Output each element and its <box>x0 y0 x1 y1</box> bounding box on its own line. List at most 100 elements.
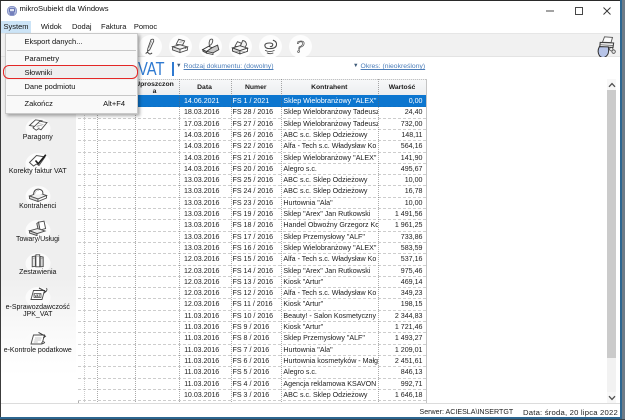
cell-wartosc: 992,71 <box>378 379 423 389</box>
table-row[interactable]: 11.03.2016FS 8 / 2016Sklep Przemysłowy "… <box>78 333 427 344</box>
table-row[interactable]: 13.03.2016FS 18 / 2016Handel Obwoźny Grz… <box>78 220 427 231</box>
sidebar-item-label-line: JPK_VAT <box>0 311 76 319</box>
toolbar-print-button[interactable] <box>596 36 617 57</box>
menubar-item-dodaj[interactable]: Dodaj <box>68 21 97 33</box>
table-row[interactable]: 13.03.2016FS 19 / 2016Sklep "Arex" Jan R… <box>78 209 427 220</box>
table-row[interactable]: 11.03.2016FS 5 / 2016Alegro s.c.846,13 <box>78 367 427 378</box>
table-row[interactable]: 12.03.2016FS 12 / 2016Alfa - Tech s.c. W… <box>78 288 427 299</box>
table-row[interactable]: 12.03.2016FS 13 / 2016Kiosk "Artur"469,1… <box>78 277 427 288</box>
table-row[interactable]: 11.03.2016FS 7 / 2016Hurtownia "Ala"1 20… <box>78 345 427 356</box>
table-row[interactable]: 17.03.2016FS 27 / 2016Sklep Wielobranżow… <box>78 119 427 130</box>
cell-data: 11.03.2016 <box>179 311 226 321</box>
cell-data: 12.03.2016 <box>179 254 226 264</box>
chevron-down-icon <box>608 395 616 401</box>
table-row[interactable]: 11.03.2016FS 10 / 2016Beauty! - Salon Ko… <box>78 311 427 322</box>
cell-numer: FS 1 / 2021 <box>231 96 282 106</box>
toolbar-button-5[interactable] <box>259 35 282 58</box>
sidebar-item-e-sprawozdawczosc-jpk-vat[interactable]: VAT e-SprawozdawczośćJPK_VAT <box>0 285 76 320</box>
table-row[interactable]: 13.03.2016FS 25 / 2016ABC s.c. Sklep Odz… <box>78 175 427 186</box>
table-row[interactable]: 14.03.2016FS 22 / 2016Alfa - Tech s.c. W… <box>78 141 427 152</box>
cell-data: 13.03.2016 <box>179 175 226 185</box>
table-row[interactable]: 12.03.2016FS 15 / 2016Alfa - Tech s.c. W… <box>78 254 427 265</box>
cell-numer: FS 8 / 2016 <box>231 333 282 343</box>
scroll-up-button[interactable] <box>607 79 616 90</box>
table-row[interactable]: 14.03.2016FS 26 / 2016ABC s.c. Sklep Odz… <box>78 130 427 141</box>
sidebar-item-label: e-Kontrole podatkowe <box>0 347 76 355</box>
cell-numer: FS 11 / 2016 <box>231 299 282 309</box>
cell-kontrahent: ABC s.c. Sklep Odzieżowy <box>281 186 378 196</box>
table-row[interactable]: 12.03.2016FS 14 / 2016Sklep "Arex" Jan R… <box>78 266 427 277</box>
table-row[interactable]: 13.03.2016FS 16 / 2016Sklep Wielobranżow… <box>78 243 427 254</box>
cell-data: 14.03.2016 <box>179 153 226 163</box>
close-button[interactable] <box>593 0 621 21</box>
scrollbar-thumb[interactable] <box>607 90 616 358</box>
menubar-item-faktura[interactable]: Faktura <box>98 21 130 33</box>
table-row[interactable]: 14.03.2016FS 21 / 2016Sklep Wielobranżow… <box>78 153 427 164</box>
cell-data: 13.03.2016 <box>179 186 226 196</box>
table-row[interactable]: 11.03.2016FS 9 / 2016Kiosk "Artur"1 721,… <box>78 322 427 333</box>
sidebar-item-e-kontrole-podatkowe[interactable]: e-Kontrole podatkowe <box>0 328 76 355</box>
table-row[interactable]: 11.03.2016FS 4 / 2016Agencja reklamowa K… <box>78 379 427 390</box>
column-header-text: Uproszczona <box>134 81 176 95</box>
econtrol-doc-icon <box>0 331 76 347</box>
svg-text:VAT: VAT <box>34 294 40 298</box>
sidebar-item-kontrahenci[interactable]: Kontrahenci <box>0 184 76 211</box>
menu-item-zakończ[interactable]: ZakończAlt+F4 <box>6 97 138 111</box>
toolbar-button-1[interactable] <box>139 35 162 58</box>
cell-kontrahent: Hurtownia "Ala" <box>281 345 378 355</box>
menu-item-słowniki[interactable]: Słowniki <box>6 66 138 80</box>
cell-numer: FS 9 / 2016 <box>231 322 282 332</box>
menubar-item-pomoc[interactable]: Pomoc <box>131 21 160 33</box>
table-row[interactable]: 10.03.2016FS 3 / 2016ABC s.c. Sklep Odzi… <box>78 390 427 401</box>
title-bar: mikroSubiekt dla Windows <box>0 0 622 21</box>
column-header-Uproszczona[interactable]: Uproszczona <box>135 80 179 96</box>
toolbar-button-4[interactable] <box>229 35 252 58</box>
toolbar-button-3[interactable] <box>199 35 222 58</box>
receipts-icon <box>0 118 76 133</box>
sidebar-item-label-line: e-Kontrole podatkowe <box>0 347 76 355</box>
sidebar-item-korekty-faktur-vat[interactable]: Korekty faktur VAT <box>0 150 76 176</box>
cell-numer: FS 7 / 2016 <box>231 345 282 355</box>
toolbar-button-2[interactable] <box>169 35 192 58</box>
column-header-Kontrahent[interactable]: Kontrahent <box>281 80 378 96</box>
minimize-button[interactable] <box>536 0 564 21</box>
menubar-item-widok[interactable]: Widok <box>37 21 66 33</box>
table-row[interactable]: 12.03.2016FS 11 / 2016Kiosk "Artur"198,1… <box>78 299 427 310</box>
filter-period[interactable]: ▼Okres: (nieokreślony) <box>353 63 425 70</box>
menubar-item-system[interactable]: System <box>1 21 31 33</box>
menu-item-label: Zakończ <box>25 99 53 108</box>
cell-kontrahent: Sklep Wielobranżowy Tadeusz <box>281 107 378 117</box>
menu-item-label: Słowniki <box>25 68 53 77</box>
maximize-button[interactable] <box>565 0 593 21</box>
menu-item-dane-podmiotu[interactable]: Dane podmiotu <box>6 80 138 94</box>
status-date: Data: środa, 20 lipca 2022 <box>523 408 618 417</box>
sidebar-item-zestawienia[interactable]: Zestawienia <box>0 250 76 277</box>
cell-wartosc: 469,14 <box>378 277 423 287</box>
scroll-down-button[interactable] <box>607 392 616 403</box>
column-header-Data[interactable]: Data <box>179 80 231 96</box>
cell-numer: FS 13 / 2016 <box>231 277 282 287</box>
table-row[interactable]: 13.03.2016FS 24 / 2016ABC s.c. Sklep Odz… <box>78 186 427 197</box>
filter-document-type[interactable]: ▼Rodzaj dokumentu: (dowolny) <box>176 63 273 70</box>
menu-item-eksport-danych-[interactable]: Eksport danych... <box>6 35 138 49</box>
app-window: mikroSubiekt dla Windows System WidokDoda… <box>0 0 622 419</box>
column-header-text: Numer <box>245 84 267 91</box>
menu-item-parametry[interactable]: Parametry <box>6 52 138 66</box>
cell-wartosc: 10,00 <box>378 175 423 185</box>
table-row[interactable]: 11.03.2016FS 6 / 2016Hurtownia kosmetykó… <box>78 356 427 367</box>
sidebar-item-paragony[interactable]: Paragony <box>0 116 76 142</box>
cell-wartosc: 1 209,01 <box>378 345 423 355</box>
column-header-Wartość[interactable]: Wartość <box>378 80 427 96</box>
toolbar-button-6[interactable]: ? <box>289 35 312 58</box>
title-divider <box>172 62 174 76</box>
cell-numer: FS 21 / 2016 <box>231 153 282 163</box>
printer-icon <box>170 37 190 56</box>
column-header-Numer[interactable]: Numer <box>231 80 282 96</box>
sidebar-item-towary-uslugi[interactable]: Towary/Usługi <box>0 217 76 244</box>
cell-numer: FS 22 / 2016 <box>231 141 282 151</box>
sidebar-item-label: e-SprawozdawczośćJPK_VAT <box>0 304 76 320</box>
table-row[interactable]: 14.03.2016FS 20 / 2016Alegro s.c.495,67 <box>78 164 427 175</box>
table-row[interactable]: 13.03.2016FS 17 / 2016Sklep Przemysłowy … <box>78 232 427 243</box>
table-row[interactable]: 13.03.2016FS 23 / 2016Hurtownia "Ala"10,… <box>78 198 427 209</box>
vertical-scrollbar[interactable] <box>607 79 616 403</box>
